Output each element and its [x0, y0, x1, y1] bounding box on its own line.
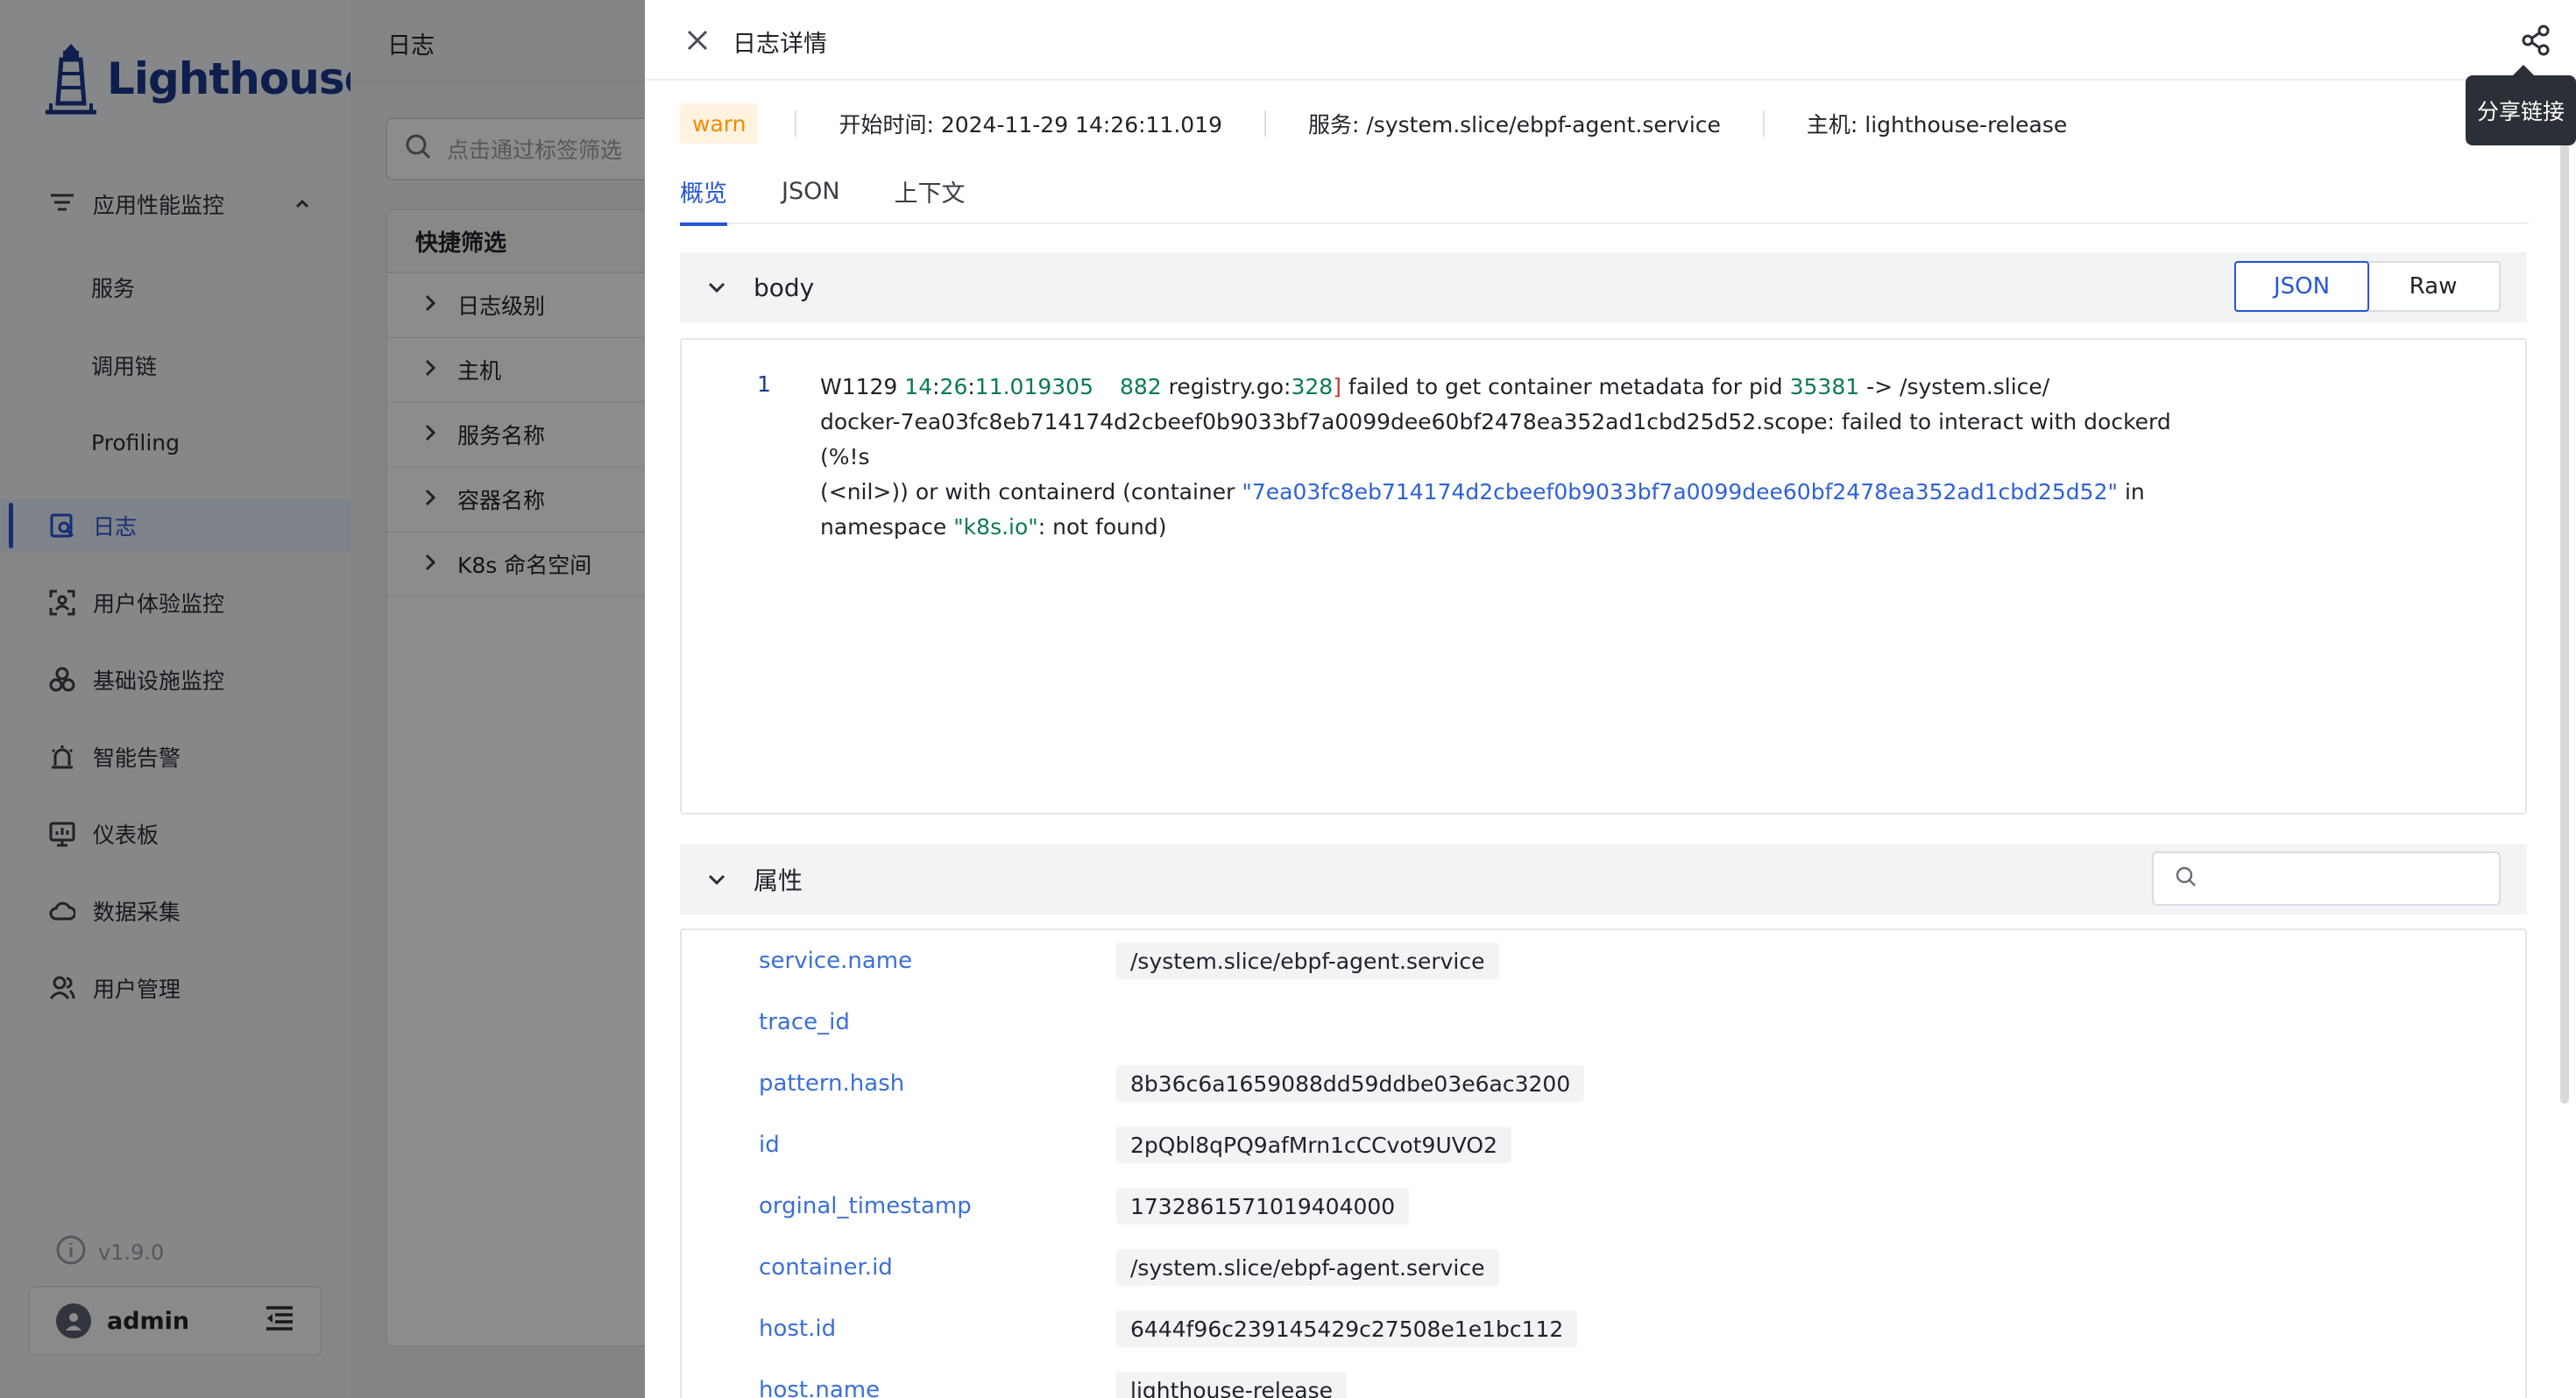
attributes-table: service.name /system.slice/ebpf-agent.se…: [680, 928, 2527, 1398]
log-message: failed to get container metadata for pid: [1341, 374, 1790, 399]
log-seconds: 11.019305: [974, 374, 1093, 399]
log-prefix: W1129: [820, 374, 905, 399]
log-pid: 882: [1120, 374, 1162, 399]
log-colon: :: [967, 374, 975, 399]
log-message: (<nil>)) or with containerd (container: [820, 479, 1242, 505]
attribute-row: id 2pQbl8qPQ9afMrn1cCCvot9UVO2: [682, 1114, 2525, 1176]
attribute-value[interactable]: 2pQbl8qPQ9afMrn1cCCvot9UVO2: [1116, 1126, 1511, 1163]
attribute-key[interactable]: host.id: [759, 1316, 836, 1342]
service-name: 服务: /system.slice/ebpf-agent.service: [1308, 112, 1721, 138]
log-target-pid: 35381: [1789, 374, 1860, 399]
attribute-row: host.name lighthouse-release: [682, 1359, 2525, 1398]
drawer-scrollbar[interactable]: [2560, 88, 2569, 1104]
raw-mode-button[interactable]: Raw: [2367, 263, 2499, 310]
host-name: 主机: lighthouse-release: [1806, 112, 2068, 138]
view-mode-toggle: JSON Raw: [2234, 261, 2501, 312]
log-line-number: 328: [1291, 374, 1334, 399]
share-button[interactable]: [2518, 23, 2553, 58]
json-mode-button[interactable]: JSON: [2234, 261, 2369, 312]
log-colon: :: [932, 374, 940, 399]
log-container-id: "7ea03fc8eb714174d2cbeef0b9033bf7a0099de…: [1242, 479, 2118, 505]
log-hour: 14: [904, 374, 933, 399]
attribute-row: host.id 6444f96c239145429c27508e1e1bc112: [682, 1298, 2525, 1359]
log-bracket: ]: [1333, 374, 1341, 399]
drawer-header: 日志详情: [645, 0, 2576, 81]
attribute-row: container.id /system.slice/ebpf-agent.se…: [682, 1237, 2525, 1298]
meta-divider: [1762, 110, 1765, 137]
log-body-viewer: 1 W1129 14:26:11.019305 882 registry.go:3…: [680, 338, 2527, 815]
attribute-value[interactable]: 6444f96c239145429c27508e1e1bc112: [1116, 1310, 1578, 1347]
meta-divider: [795, 110, 797, 137]
share-tooltip: 分享链接: [2466, 65, 2576, 145]
log-body-text[interactable]: W1129 14:26:11.019305 882 registry.go:328…: [820, 370, 2222, 545]
attributes-section-title: 属性: [754, 866, 803, 895]
search-icon: [2175, 865, 2197, 892]
attribute-key[interactable]: host.name: [759, 1377, 880, 1398]
chevron-down-icon[interactable]: [706, 869, 727, 890]
attribute-value[interactable]: lighthouse-release: [1116, 1372, 1347, 1398]
attribute-row: pattern.hash 8b36c6a1659088dd59ddbe03e6a…: [682, 1053, 2525, 1114]
log-message: namespace: [820, 514, 954, 540]
attribute-value[interactable]: /system.slice/ebpf-agent.service: [1116, 943, 1499, 979]
body-section-title: body: [754, 272, 815, 302]
attribute-key[interactable]: pattern.hash: [759, 1070, 904, 1097]
tab-json[interactable]: JSON: [782, 158, 840, 224]
attribute-value[interactable]: 1732861571019404000: [1116, 1188, 1410, 1225]
attributes-section-header: 属性: [680, 844, 2527, 914]
attribute-row: trace_id: [682, 992, 2525, 1053]
log-file: registry.go:: [1161, 374, 1292, 399]
attribute-search-input[interactable]: [2152, 851, 2501, 906]
log-namespace: "k8s.io": [953, 514, 1038, 540]
attribute-key[interactable]: orginal_timestamp: [759, 1193, 972, 1219]
detail-tabs: 概览 JSON 上下文: [680, 158, 2529, 226]
meta-divider: [1264, 110, 1267, 137]
tab-overview[interactable]: 概览: [680, 158, 727, 226]
close-icon[interactable]: [682, 25, 713, 56]
tab-context[interactable]: 上下文: [895, 158, 966, 224]
line-number: 1: [757, 371, 771, 397]
attribute-key[interactable]: trace_id: [759, 1009, 850, 1035]
start-time: 开始时间: 2024-11-29 14:26:11.019: [839, 112, 1223, 138]
attribute-key[interactable]: container.id: [759, 1254, 893, 1281]
log-message: docker-7ea03fc8eb714174d2cbeef0b9033bf7a…: [820, 409, 2171, 470]
log-detail-drawer: 日志详情 warn 开始时间: 2024-11-29 14:26:11.019 …: [645, 0, 2576, 1398]
log-message: -> /system.slice/: [1859, 374, 2050, 399]
level-badge: warn: [680, 103, 759, 144]
drawer-title: 日志详情: [732, 31, 827, 58]
attribute-value[interactable]: 8b36c6a1659088dd59ddbe03e6ac3200: [1116, 1065, 1585, 1102]
attribute-row: orginal_timestamp 1732861571019404000: [682, 1176, 2525, 1237]
chevron-down-icon[interactable]: [706, 277, 727, 298]
attribute-key[interactable]: id: [759, 1132, 780, 1158]
log-message: : not found): [1037, 514, 1167, 540]
body-section-header: body JSON Raw: [680, 252, 2527, 322]
log-minute: 26: [939, 374, 968, 399]
attribute-key[interactable]: service.name: [759, 948, 912, 974]
log-message: in: [2118, 479, 2145, 505]
attribute-value[interactable]: /system.slice/ebpf-agent.service: [1116, 1249, 1499, 1286]
log-meta-row: warn 开始时间: 2024-11-29 14:26:11.019 服务: /…: [680, 103, 2067, 144]
attribute-row: service.name /system.slice/ebpf-agent.se…: [682, 930, 2525, 992]
